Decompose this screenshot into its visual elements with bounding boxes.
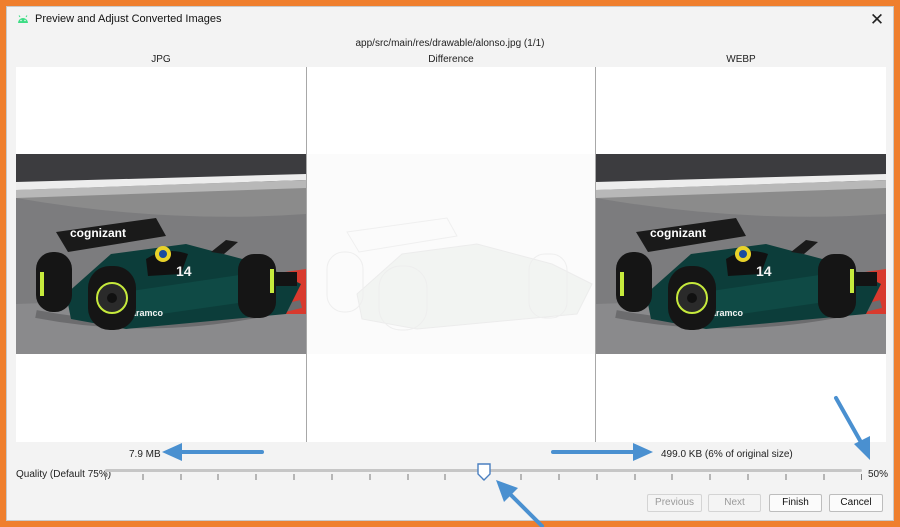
converted-size-label: 499.0 KB (6% of original size): [661, 449, 793, 460]
file-path-label: app/src/main/res/drawable/alonso.jpg (1/…: [355, 38, 545, 49]
quality-label: Quality (Default 75%): [16, 469, 112, 480]
difference-preview-panel: [307, 67, 595, 442]
previous-button[interactable]: Previous: [647, 494, 702, 512]
jpg-preview-panel: cognizant 14 aramco: [16, 67, 306, 442]
annotation-arrow-slider-thumb: [496, 480, 544, 527]
preview-dialog: Preview and Adjust Converted Images ✕ ap…: [6, 6, 894, 521]
svg-text:cognizant: cognizant: [650, 226, 706, 240]
cancel-button[interactable]: Cancel: [829, 494, 883, 512]
webp-preview-image: cognizant 14 aramco: [596, 154, 886, 354]
annotation-arrow-converted-size: [551, 443, 653, 461]
finish-button[interactable]: Finish: [769, 494, 822, 512]
original-size-label: 7.9 MB: [129, 449, 161, 460]
title-bar: Preview and Adjust Converted Images ✕: [7, 7, 893, 33]
svg-text:cognizant: cognizant: [70, 226, 126, 240]
jpg-preview-image: cognizant 14 aramco: [16, 154, 306, 354]
android-icon: [18, 15, 28, 23]
jpg-column-label: JPG: [151, 54, 171, 65]
quality-value-label: 50%: [868, 469, 889, 480]
annotation-arrow-quality-value: [834, 396, 870, 460]
svg-text:14: 14: [756, 263, 772, 279]
dialog-title: Preview and Adjust Converted Images: [35, 13, 222, 25]
quality-slider-thumb[interactable]: [476, 463, 492, 481]
difference-preview-image: [307, 154, 595, 354]
difference-column-label: Difference: [428, 54, 474, 65]
annotation-arrow-original-size: [162, 443, 264, 461]
webp-preview-panel: cognizant 14 aramco: [596, 67, 886, 442]
svg-text:14: 14: [176, 263, 192, 279]
next-button[interactable]: Next: [708, 494, 761, 512]
close-icon[interactable]: ✕: [867, 10, 887, 30]
webp-column-label: WEBP: [726, 54, 756, 65]
